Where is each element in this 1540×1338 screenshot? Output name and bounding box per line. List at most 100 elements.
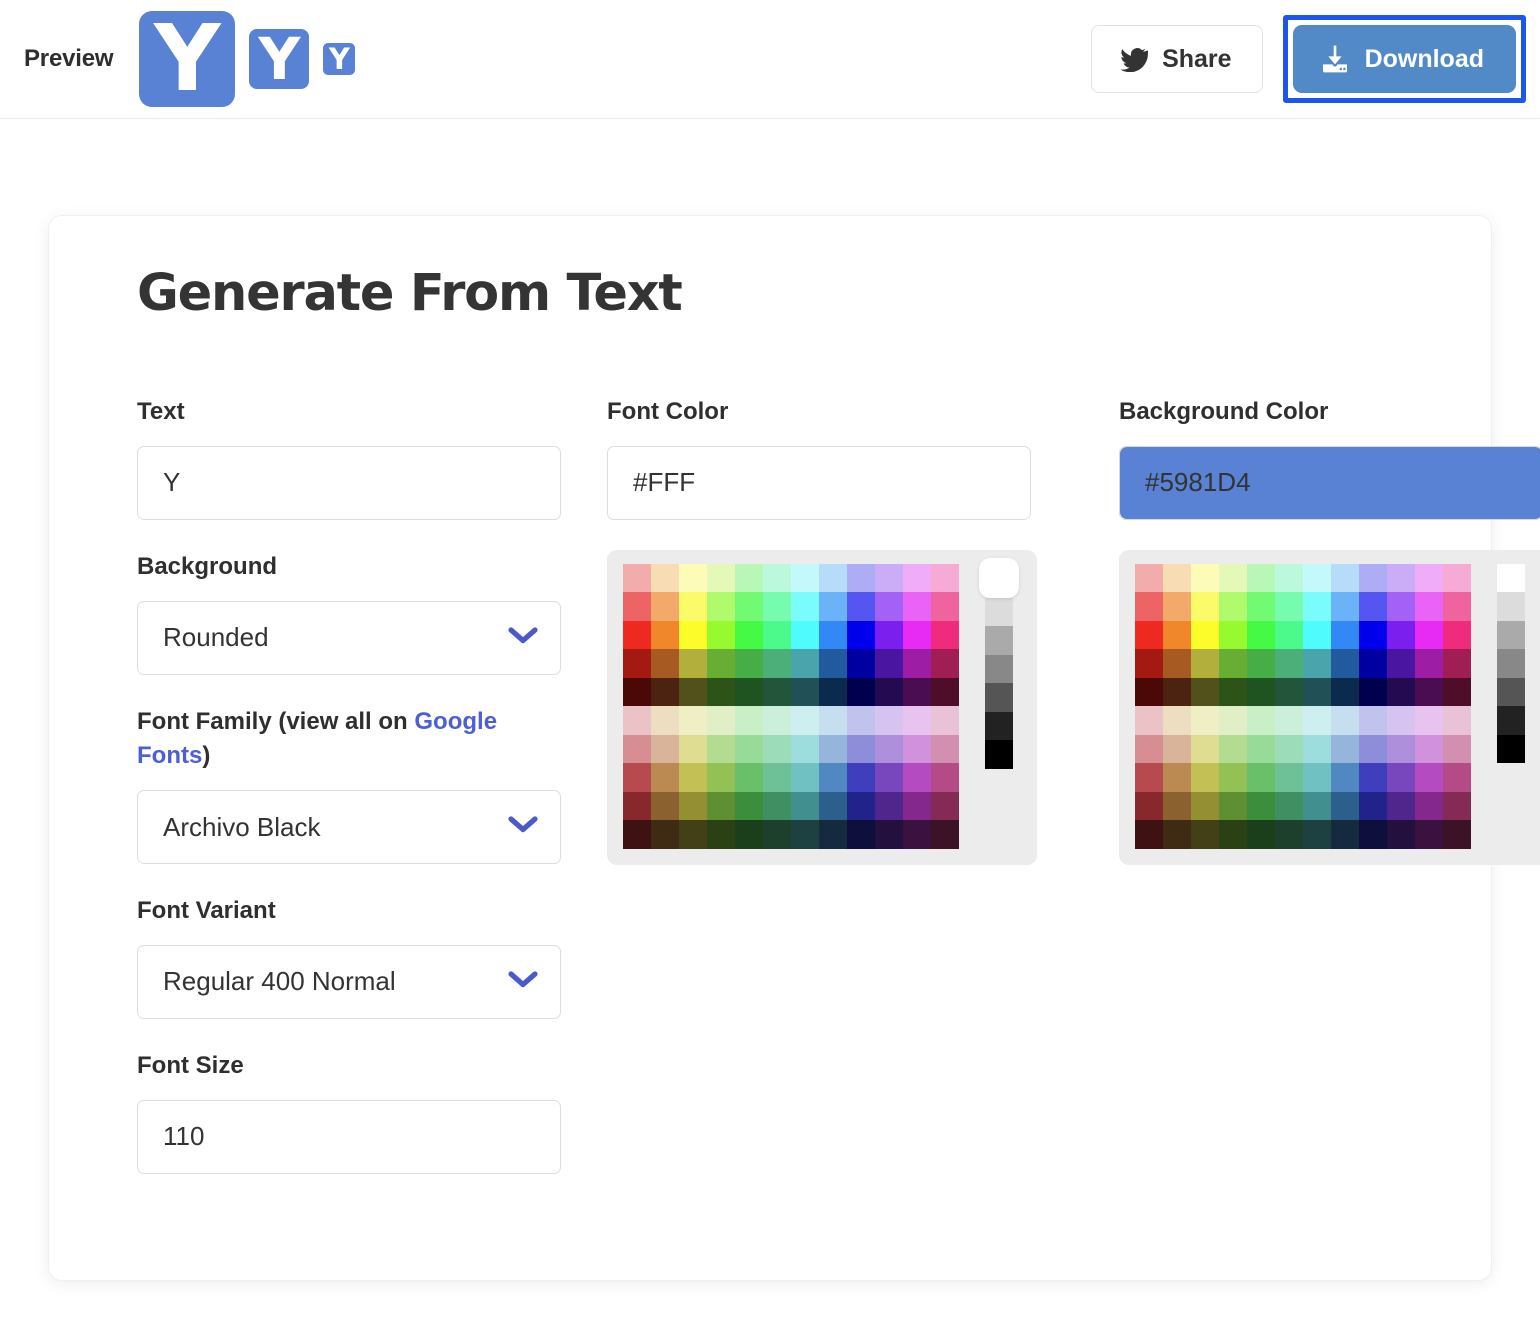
color-swatch[interactable]	[1415, 677, 1443, 707]
color-swatch[interactable]	[931, 763, 959, 792]
color-swatch[interactable]	[1247, 620, 1275, 650]
font-color-gray-column[interactable]	[979, 557, 1019, 849]
color-swatch[interactable]	[623, 706, 651, 735]
color-swatch[interactable]	[1387, 763, 1415, 792]
gray-swatch[interactable]	[1497, 734, 1525, 764]
color-swatch[interactable]	[875, 592, 903, 621]
gray-swatch[interactable]	[985, 626, 1013, 655]
color-swatch[interactable]	[931, 706, 959, 735]
color-swatch[interactable]	[875, 820, 903, 849]
color-swatch[interactable]	[707, 706, 735, 735]
color-swatch[interactable]	[1247, 763, 1275, 792]
gray-swatch[interactable]	[1497, 649, 1525, 678]
gray-swatch[interactable]	[985, 711, 1013, 741]
color-swatch[interactable]	[679, 820, 707, 849]
color-swatch[interactable]	[763, 649, 791, 678]
color-swatch[interactable]	[1331, 563, 1359, 593]
color-swatch[interactable]	[1303, 649, 1331, 678]
color-swatch[interactable]	[1219, 677, 1247, 707]
color-swatch[interactable]	[623, 791, 651, 821]
color-swatch[interactable]	[903, 706, 931, 735]
color-swatch[interactable]	[1163, 734, 1191, 764]
color-swatch[interactable]	[1135, 677, 1163, 707]
color-swatch[interactable]	[931, 563, 959, 593]
color-swatch[interactable]	[651, 592, 679, 621]
color-swatch[interactable]	[623, 763, 651, 792]
color-swatch[interactable]	[735, 677, 763, 707]
color-swatch[interactable]	[791, 677, 819, 707]
color-swatch[interactable]	[1303, 791, 1331, 821]
color-swatch[interactable]	[847, 649, 875, 678]
color-swatch[interactable]	[819, 763, 847, 792]
color-swatch[interactable]	[903, 820, 931, 849]
background-color-input[interactable]	[1120, 446, 1540, 519]
color-swatch[interactable]	[651, 791, 679, 821]
color-swatch[interactable]	[679, 649, 707, 678]
color-swatch[interactable]	[819, 734, 847, 764]
color-swatch[interactable]	[1415, 706, 1443, 735]
color-swatch[interactable]	[1275, 763, 1303, 792]
color-swatch[interactable]	[1443, 820, 1471, 849]
color-swatch[interactable]	[1359, 763, 1387, 792]
color-swatch[interactable]	[735, 592, 763, 621]
download-button[interactable]: Download	[1292, 25, 1516, 93]
color-swatch[interactable]	[1359, 592, 1387, 621]
gray-swatch[interactable]	[1497, 677, 1525, 707]
color-swatch[interactable]	[819, 820, 847, 849]
color-swatch[interactable]	[931, 734, 959, 764]
color-swatch[interactable]	[791, 706, 819, 735]
color-swatch[interactable]	[819, 677, 847, 707]
color-swatch[interactable]	[903, 734, 931, 764]
color-swatch[interactable]	[1135, 649, 1163, 678]
color-swatch[interactable]	[1387, 620, 1415, 650]
color-swatch[interactable]	[1219, 592, 1247, 621]
background-color-gray-column[interactable]	[1497, 563, 1525, 849]
color-swatch[interactable]	[1415, 592, 1443, 621]
color-swatch[interactable]	[1275, 734, 1303, 764]
color-swatch[interactable]	[763, 791, 791, 821]
color-swatch[interactable]	[1331, 620, 1359, 650]
color-swatch[interactable]	[931, 677, 959, 707]
color-swatch[interactable]	[679, 763, 707, 792]
color-swatch[interactable]	[1387, 563, 1415, 593]
color-swatch[interactable]	[847, 677, 875, 707]
gray-swatch[interactable]	[985, 740, 1013, 769]
color-swatch[interactable]	[623, 820, 651, 849]
color-swatch[interactable]	[1415, 563, 1443, 593]
color-swatch[interactable]	[1191, 734, 1219, 764]
color-swatch[interactable]	[651, 649, 679, 678]
color-swatch[interactable]	[1359, 820, 1387, 849]
color-swatch[interactable]	[707, 734, 735, 764]
color-swatch[interactable]	[763, 763, 791, 792]
color-swatch[interactable]	[1331, 763, 1359, 792]
color-swatch[interactable]	[1387, 592, 1415, 621]
color-swatch[interactable]	[1191, 763, 1219, 792]
color-swatch[interactable]	[763, 706, 791, 735]
gray-swatch[interactable]	[1497, 620, 1525, 650]
color-swatch[interactable]	[1163, 677, 1191, 707]
color-swatch[interactable]	[651, 734, 679, 764]
background-color-picker[interactable]	[1119, 549, 1540, 865]
color-swatch[interactable]	[735, 791, 763, 821]
font-family-select[interactable]: Archivo Black	[137, 790, 561, 865]
color-swatch[interactable]	[735, 649, 763, 678]
color-swatch[interactable]	[679, 706, 707, 735]
color-swatch[interactable]	[1191, 620, 1219, 650]
color-swatch[interactable]	[763, 620, 791, 650]
color-swatch[interactable]	[1191, 791, 1219, 821]
color-swatch[interactable]	[875, 706, 903, 735]
color-swatch[interactable]	[1443, 620, 1471, 650]
background-select[interactable]: Rounded	[137, 600, 561, 675]
color-swatch[interactable]	[1163, 820, 1191, 849]
color-swatch[interactable]	[931, 620, 959, 650]
color-swatch[interactable]	[791, 563, 819, 593]
color-swatch[interactable]	[1135, 592, 1163, 621]
color-swatch[interactable]	[875, 563, 903, 593]
color-swatch[interactable]	[1303, 677, 1331, 707]
color-swatch[interactable]	[1387, 791, 1415, 821]
color-swatch[interactable]	[1359, 734, 1387, 764]
color-swatch[interactable]	[735, 563, 763, 593]
color-swatch[interactable]	[1387, 706, 1415, 735]
color-swatch[interactable]	[1443, 677, 1471, 707]
color-swatch[interactable]	[1219, 791, 1247, 821]
